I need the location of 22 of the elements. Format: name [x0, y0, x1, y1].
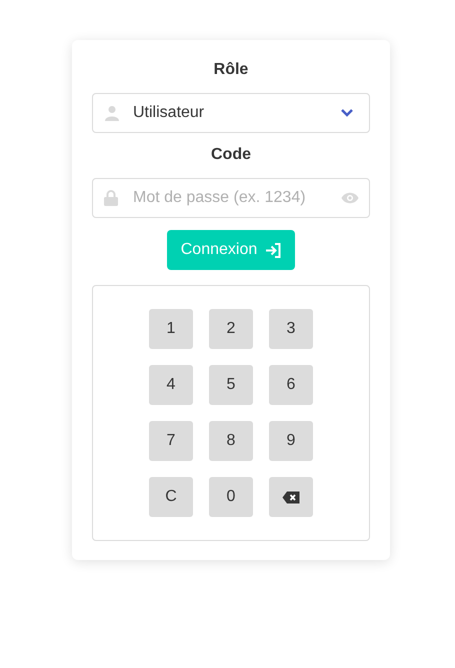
keypad-key[interactable]: C — [149, 477, 193, 517]
keypad-key[interactable]: 9 — [269, 421, 313, 461]
user-icon — [104, 105, 120, 121]
role-select[interactable]: Utilisateur — [92, 93, 370, 133]
backspace-button[interactable] — [269, 477, 313, 517]
keypad-key[interactable]: 5 — [209, 365, 253, 405]
keypad-key[interactable]: 1 — [149, 309, 193, 349]
keypad-key[interactable]: 4 — [149, 365, 193, 405]
backspace-icon — [282, 490, 300, 504]
code-field[interactable]: Mot de passe (ex. 1234) — [92, 178, 370, 218]
keypad-key[interactable]: 7 — [149, 421, 193, 461]
keypad-key[interactable]: 6 — [269, 365, 313, 405]
role-label: Rôle — [214, 60, 248, 80]
lock-icon — [104, 190, 118, 206]
keypad-key[interactable]: 2 — [209, 309, 253, 349]
keypad-key[interactable]: 3 — [269, 309, 313, 349]
keypad-key[interactable]: 8 — [209, 421, 253, 461]
password-input[interactable]: Mot de passe (ex. 1234) — [133, 186, 341, 210]
sign-in-icon — [265, 242, 282, 258]
keypad-key[interactable]: 0 — [209, 477, 253, 517]
code-label: Code — [211, 145, 251, 165]
chevron-down-icon — [340, 108, 354, 118]
